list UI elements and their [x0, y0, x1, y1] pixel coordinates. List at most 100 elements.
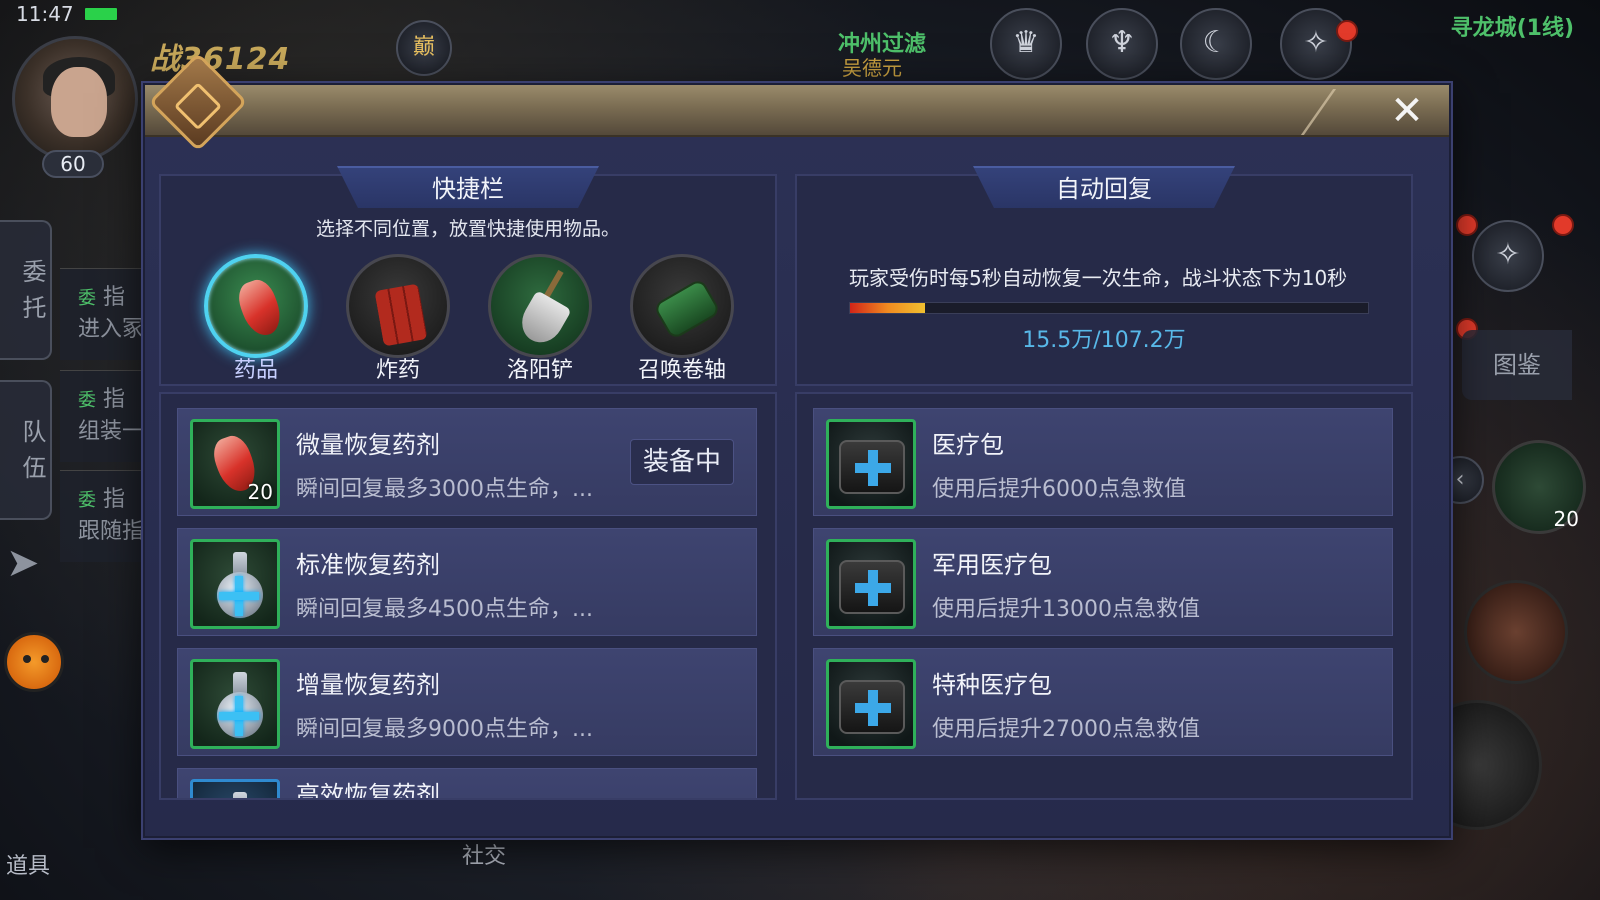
- item-icon-frame: [190, 779, 280, 798]
- item-desc: 瞬间回复最多4500点生命，...: [296, 597, 593, 622]
- peak-badge[interactable]: 巅: [396, 20, 452, 76]
- autoregen-progress-fill: [850, 303, 926, 313]
- quest-text: 跟随指: [78, 519, 145, 544]
- trophy-icon[interactable]: ♛: [990, 8, 1062, 80]
- heal-cross-icon: [855, 690, 891, 726]
- quest-type: 指: [103, 487, 126, 512]
- collapse-arrow-icon[interactable]: ➤: [6, 540, 40, 586]
- supply-dialog: ✕ 快捷栏 选择不同位置，放置快捷使用物品。 药品 炸药 洛阳铲 召唤卷轴 自动…: [143, 52, 1451, 838]
- list-item[interactable]: 医疗包 使用后提升6000点急救值: [813, 408, 1393, 516]
- autoregen-title: 自动回复: [973, 166, 1235, 208]
- notification-dot: [1456, 214, 1478, 236]
- item-desc: 使用后提升13000点急救值: [932, 597, 1200, 622]
- slot-icon-frame: [204, 254, 308, 358]
- header-decoration: [1300, 89, 1380, 135]
- item-icon-frame: [826, 659, 916, 749]
- pet-icon[interactable]: [4, 632, 64, 692]
- medkit-icon: [839, 440, 905, 494]
- scroll-icon: [652, 277, 722, 341]
- list-item[interactable]: 20 微量恢复药剂 瞬间回复最多3000点生命，... 装备中: [177, 408, 757, 516]
- quest-type: 指: [103, 387, 126, 412]
- item-name: 增量恢复药剂: [296, 671, 440, 699]
- tab-commission[interactable]: 委托: [0, 220, 52, 360]
- quest-tag: 委: [78, 490, 96, 511]
- player-level: 60: [42, 150, 104, 178]
- autoregen-progress-bar: [849, 302, 1369, 314]
- notification-dot: [1552, 214, 1574, 236]
- quest-text: 进入冢: [78, 317, 145, 342]
- list-item[interactable]: 军用医疗包 使用后提升13000点急救值: [813, 528, 1393, 636]
- item-desc: 使用后提升6000点急救值: [932, 477, 1186, 502]
- codex-button[interactable]: 图鉴: [1462, 330, 1572, 400]
- potion-icon: [233, 275, 287, 341]
- medkit-icon: [839, 560, 905, 614]
- slot-shovel[interactable]: 洛阳铲: [485, 254, 595, 384]
- slot-icon-frame: [488, 254, 592, 358]
- item-count: 20: [247, 480, 273, 504]
- slot-summon-scroll[interactable]: 召唤卷轴: [627, 254, 737, 384]
- item-icon-frame: [826, 539, 916, 629]
- skill-icon[interactable]: [1464, 580, 1568, 684]
- bottom-social-label[interactable]: 社交: [462, 838, 506, 870]
- battery-icon: [83, 7, 118, 21]
- item-desc: 使用后提升27000点急救值: [932, 717, 1200, 742]
- medkit-icon: [839, 680, 905, 734]
- quickbar-title: 快捷栏: [337, 166, 599, 208]
- quick-potion-slot[interactable]: 20: [1492, 440, 1586, 534]
- item-name: 军用医疗包: [932, 551, 1052, 579]
- slot-label: 炸药: [375, 358, 420, 383]
- slot-label: 洛阳铲: [506, 358, 573, 383]
- item-icon-frame: 20: [190, 419, 280, 509]
- vial-neck: [233, 792, 247, 798]
- item-desc: 瞬间回复最多9000点生命，...: [296, 717, 593, 742]
- quickbar-desc: 选择不同位置，放置快捷使用物品。: [315, 218, 620, 240]
- status-bar: 11:47: [0, 0, 200, 28]
- item-icon-frame: [826, 419, 916, 509]
- heal-cross-icon: [855, 450, 891, 486]
- heal-cross-icon: [219, 696, 259, 736]
- autoregen-value: 15.5万/107.2万: [1022, 328, 1186, 353]
- compass-icon[interactable]: ✧: [1280, 8, 1352, 80]
- item-name: 医疗包: [932, 431, 1004, 459]
- item-icon-frame: [190, 659, 280, 749]
- shovel-icon: [514, 290, 572, 350]
- slot-explosive[interactable]: 炸药: [343, 254, 453, 384]
- combat-power: 战36124: [150, 42, 291, 77]
- map-compass-icon[interactable]: ✧: [1472, 220, 1544, 292]
- slot-medicine[interactable]: 药品: [201, 254, 311, 384]
- autoregen-desc: 玩家受伤时每5秒自动恢复一次生命，战斗状态下为10秒: [849, 266, 1348, 290]
- avatar-face: [51, 67, 107, 137]
- item-name: 高效恢复药剂: [296, 781, 440, 800]
- heal-cross-icon: [855, 570, 891, 606]
- autoregen-panel: 自动回复 玩家受伤时每5秒自动恢复一次生命，战斗状态下为10秒 15.5万/10…: [795, 166, 1413, 386]
- tab-team[interactable]: 队伍: [0, 380, 52, 520]
- quest-tag: 委: [78, 288, 96, 309]
- item-desc: 瞬间回复最多3000点生命，...: [296, 477, 593, 502]
- potion-list[interactable]: 20 微量恢复药剂 瞬间回复最多3000点生命，... 装备中 标准恢复药剂 瞬…: [159, 392, 777, 800]
- list-item[interactable]: 特种医疗包 使用后提升27000点急救值: [813, 648, 1393, 756]
- zone-subtitle: 吴德元: [842, 56, 902, 80]
- slot-icon-frame: [630, 254, 734, 358]
- list-item[interactable]: 高效恢复药剂: [177, 768, 757, 800]
- quickbar-panel: 快捷栏 选择不同位置，放置快捷使用物品。 药品 炸药 洛阳铲 召唤卷轴: [159, 166, 777, 386]
- quick-potion-count: 20: [1553, 507, 1579, 531]
- slot-label: 药品: [233, 358, 278, 383]
- close-button[interactable]: ✕: [1377, 89, 1437, 133]
- quickbar-slots: 药品 炸药 洛阳铲 召唤卷轴: [201, 254, 737, 384]
- heal-cross-icon: [219, 576, 259, 616]
- item-name: 特种医疗包: [932, 671, 1052, 699]
- item-icon-frame: [190, 539, 280, 629]
- list-item[interactable]: 标准恢复药剂 瞬间回复最多4500点生命，...: [177, 528, 757, 636]
- list-item[interactable]: 增量恢复药剂 瞬间回复最多9000点生命，...: [177, 648, 757, 756]
- server-name: 寻龙城(1线): [1450, 16, 1574, 41]
- dynamite-icon: [374, 283, 428, 347]
- quest-type: 指: [103, 285, 126, 310]
- quest-text: 组装一: [78, 419, 145, 444]
- medkit-list[interactable]: 医疗包 使用后提升6000点急救值 军用医疗包 使用后提升13000点急救值 特…: [795, 392, 1413, 800]
- player-avatar[interactable]: [12, 36, 138, 162]
- event-icon[interactable]: ♆: [1086, 8, 1158, 80]
- horn-icon[interactable]: ☾: [1180, 8, 1252, 80]
- slot-label: 召唤卷轴: [637, 358, 726, 383]
- notification-dot: [1336, 20, 1358, 42]
- bottom-items-label[interactable]: 道具: [6, 848, 50, 880]
